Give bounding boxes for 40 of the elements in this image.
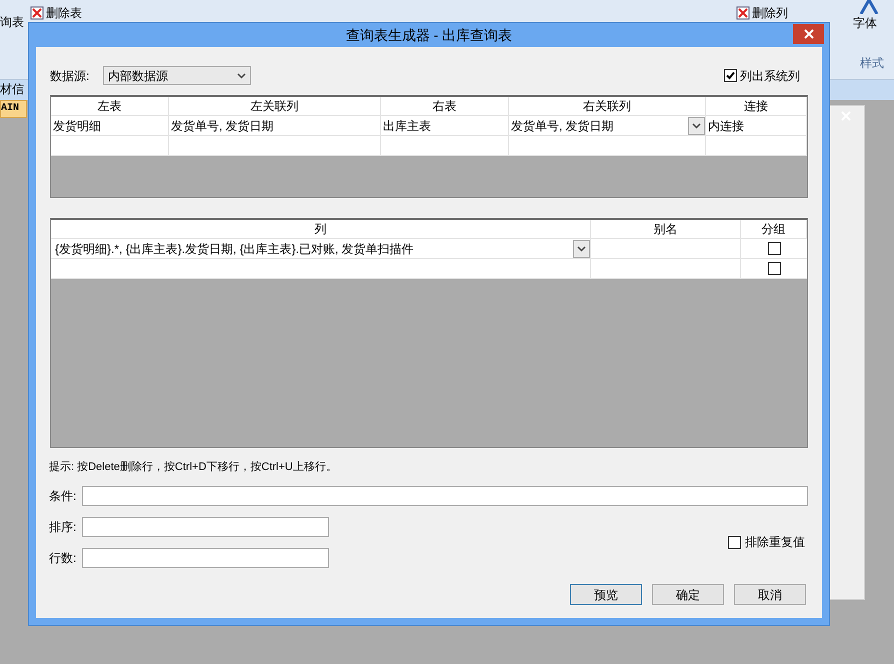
close-icon: [804, 29, 814, 39]
table-cell[interactable]: [51, 136, 169, 156]
datasource-dropdown[interactable]: 内部数据源: [103, 66, 251, 85]
ribbon-button[interactable]: 删除表: [30, 6, 82, 20]
sidebar-label: 材信: [0, 82, 24, 96]
table-cell[interactable]: [51, 259, 591, 279]
input-field[interactable]: [82, 517, 329, 537]
dialog-button[interactable]: 预览: [570, 584, 642, 605]
font-icon: [858, 0, 880, 14]
ribbon-button[interactable]: 删除列: [736, 6, 788, 20]
dropdown-button[interactable]: [573, 240, 590, 258]
field-label: 条件:: [49, 488, 78, 505]
table-cell[interactable]: [509, 136, 706, 156]
table-cell[interactable]: [381, 136, 509, 156]
table-cell[interactable]: [169, 136, 381, 156]
dialog-button[interactable]: 取消: [734, 584, 806, 605]
checkbox-label: 排除重复值: [745, 534, 805, 551]
window-title: 查询表生成器 - 出库查询表: [346, 26, 512, 44]
checkbox[interactable]: [728, 536, 741, 548]
delete-icon: [736, 6, 750, 20]
datasource-label: 数据源:: [50, 68, 90, 84]
ribbon-group-label: 样式: [860, 56, 884, 70]
input-field[interactable]: [82, 486, 808, 506]
checkbox[interactable]: [768, 242, 780, 255]
checkbox[interactable]: [768, 262, 780, 275]
dropdown-button[interactable]: [688, 116, 705, 134]
ribbon-label: 字体: [853, 16, 877, 30]
input-field[interactable]: [82, 548, 329, 568]
dialog-button[interactable]: 确定: [652, 584, 724, 605]
document-tab[interactable]: AIN: [0, 100, 27, 118]
close-button[interactable]: [793, 24, 824, 44]
field-label: 行数:: [49, 550, 78, 567]
checkbox[interactable]: [724, 69, 737, 82]
table-cell[interactable]: [706, 136, 807, 156]
ribbon-label: 询表: [0, 15, 24, 29]
field-label: 排序:: [49, 519, 78, 536]
delete-icon: [30, 6, 44, 20]
hint-text: 提示: 按Delete删除行，按Ctrl+D下移行，按Ctrl+U上移行。: [49, 460, 338, 474]
table-cell[interactable]: [591, 259, 741, 279]
checkbox-label: 列出系统列: [740, 68, 800, 84]
